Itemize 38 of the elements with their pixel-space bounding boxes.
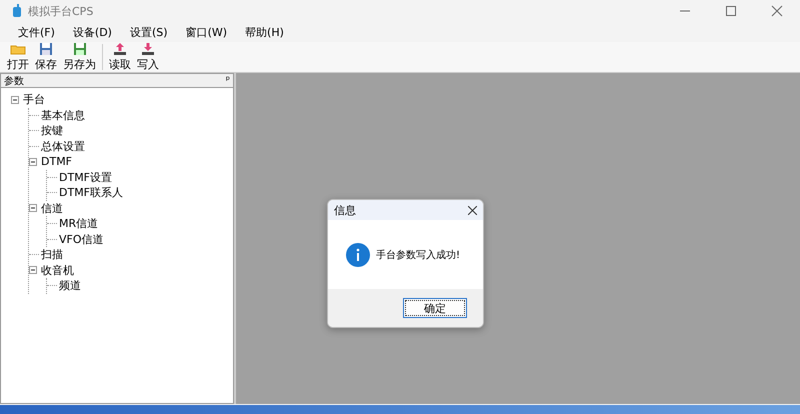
tree-item[interactable]: 信道 xyxy=(41,200,63,216)
app-icon xyxy=(12,4,22,18)
tree-item[interactable]: VFO信道 xyxy=(59,232,104,247)
close-icon[interactable] xyxy=(468,206,477,214)
tree-item[interactable]: 按键 xyxy=(41,123,63,138)
toolbar-button[interactable]: 另存为 xyxy=(60,42,99,72)
upload-arrow-icon xyxy=(113,42,127,56)
menu-item[interactable]: 设备(D) xyxy=(64,22,120,42)
ok-button[interactable]: 确定 xyxy=(403,298,467,318)
tree-item[interactable]: MR信道 xyxy=(59,216,98,232)
toolbar-button[interactable]: 读取 xyxy=(106,42,134,72)
tree-item[interactable]: DTMF xyxy=(41,155,72,168)
menu-item[interactable]: 帮助(H) xyxy=(237,22,292,42)
info-icon xyxy=(346,242,370,266)
download-arrow-icon xyxy=(141,42,155,56)
collapse-icon[interactable] xyxy=(29,204,37,212)
tree-item[interactable]: 频道 xyxy=(59,278,81,294)
menu-item[interactable]: 文件(F) xyxy=(10,22,63,42)
collapse-icon[interactable] xyxy=(29,266,37,274)
dialog-message: 手台参数写入成功! xyxy=(376,248,460,262)
menu-item[interactable]: 设置(S) xyxy=(122,22,176,42)
tree-item[interactable]: 手台 xyxy=(23,92,45,108)
dialog-title: 信息 xyxy=(334,202,356,218)
window-title: 模拟手台CPS xyxy=(28,4,94,18)
collapse-icon[interactable] xyxy=(11,96,19,104)
tree-item[interactable]: 总体设置 xyxy=(41,138,85,154)
tree-item[interactable]: DTMF联系人 xyxy=(59,185,124,200)
pin-icon[interactable]: ᵖ xyxy=(226,75,230,86)
toolbar-button[interactable]: 写入 xyxy=(134,42,162,72)
tree-item[interactable]: 收音机 xyxy=(41,262,74,278)
panel-title: 参数 xyxy=(4,74,24,88)
menu-item[interactable]: 窗口(W) xyxy=(178,22,236,42)
toolbar-button[interactable]: 保存 xyxy=(32,42,60,72)
toolbar-button[interactable]: 打开 xyxy=(4,42,32,72)
tree-item[interactable]: 扫描 xyxy=(41,247,63,262)
tree-item[interactable]: 基本信息 xyxy=(41,108,85,123)
collapse-icon[interactable] xyxy=(29,158,37,166)
tree-item[interactable]: DTMF设置 xyxy=(59,170,112,185)
